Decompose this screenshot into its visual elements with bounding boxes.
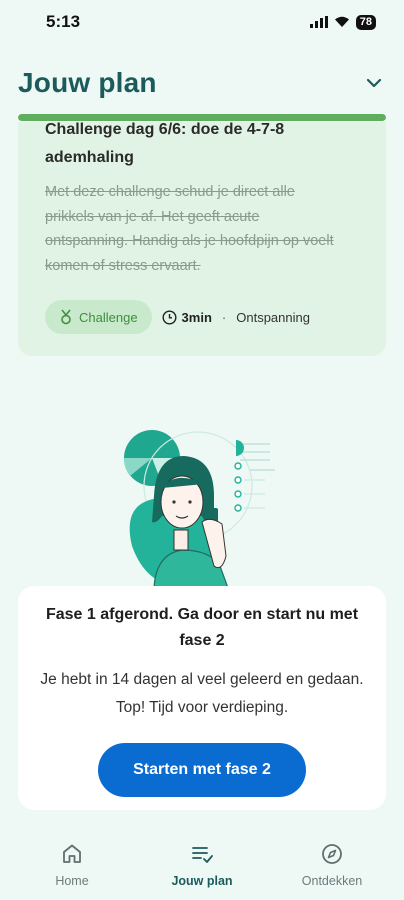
meta-separator: · (221, 309, 227, 325)
nav-label-ontdekken: Ontdekken (301, 874, 363, 888)
challenge-description: Met deze challenge schud je direct alle … (45, 184, 334, 274)
nav-item-ontdekken[interactable]: Ontdekken (290, 830, 374, 900)
compass-icon (322, 844, 342, 864)
clock-icon (162, 309, 177, 325)
status-icons: 78 (309, 14, 376, 30)
woman-phone-illustration (123, 430, 275, 588)
page-header: Jouw plan (0, 58, 404, 108)
wifi-icon (334, 16, 349, 27)
battery-indicator: 78 (355, 14, 376, 30)
start-phase-2-button[interactable]: Starten met fase 2 (98, 743, 306, 797)
challenge-meta: Challenge 3min · Ontspanning (45, 300, 310, 334)
medal-icon (61, 309, 71, 325)
page-title: Jouw plan (18, 67, 157, 98)
chevron-down-icon[interactable] (366, 78, 382, 88)
nav-label-home: Home (55, 874, 89, 888)
status-time: 5:13 (46, 12, 81, 31)
plan-list-icon (192, 847, 213, 863)
bottom-navigation: Home Jouw plan Ontdekken (0, 830, 404, 900)
challenge-tag-label: Challenge (79, 309, 138, 325)
challenge-tag: Challenge (45, 300, 152, 334)
plan-progress-fill (18, 114, 386, 121)
challenge-title: Challenge dag 6/6: doe de 4-7-8 ademhali… (45, 122, 285, 166)
status-bar: 5:13 78 (0, 0, 404, 44)
challenge-category: Ontspanning (236, 309, 310, 325)
challenge-duration-value: 3min (181, 309, 212, 325)
phase-complete-card: Fase 1 afgerond. Ga door en start nu met… (18, 586, 386, 810)
phase-title: Fase 1 afgerond. Ga door en start nu met… (45, 606, 359, 649)
challenge-duration: 3min (162, 310, 212, 325)
phase-body: Je hebt in 14 dagen al veel geleerd en g… (40, 671, 364, 716)
nav-item-jouw-plan[interactable]: Jouw plan (160, 830, 244, 900)
signal-icon (309, 16, 328, 28)
challenge-card[interactable]: Challenge dag 6/6: doe de 4-7-8 ademhali… (18, 122, 386, 356)
nav-item-home[interactable]: Home (30, 830, 114, 900)
nav-label-jouw-plan: Jouw plan (171, 874, 233, 888)
plan-progress-bar (18, 114, 386, 121)
home-icon (63, 844, 81, 863)
